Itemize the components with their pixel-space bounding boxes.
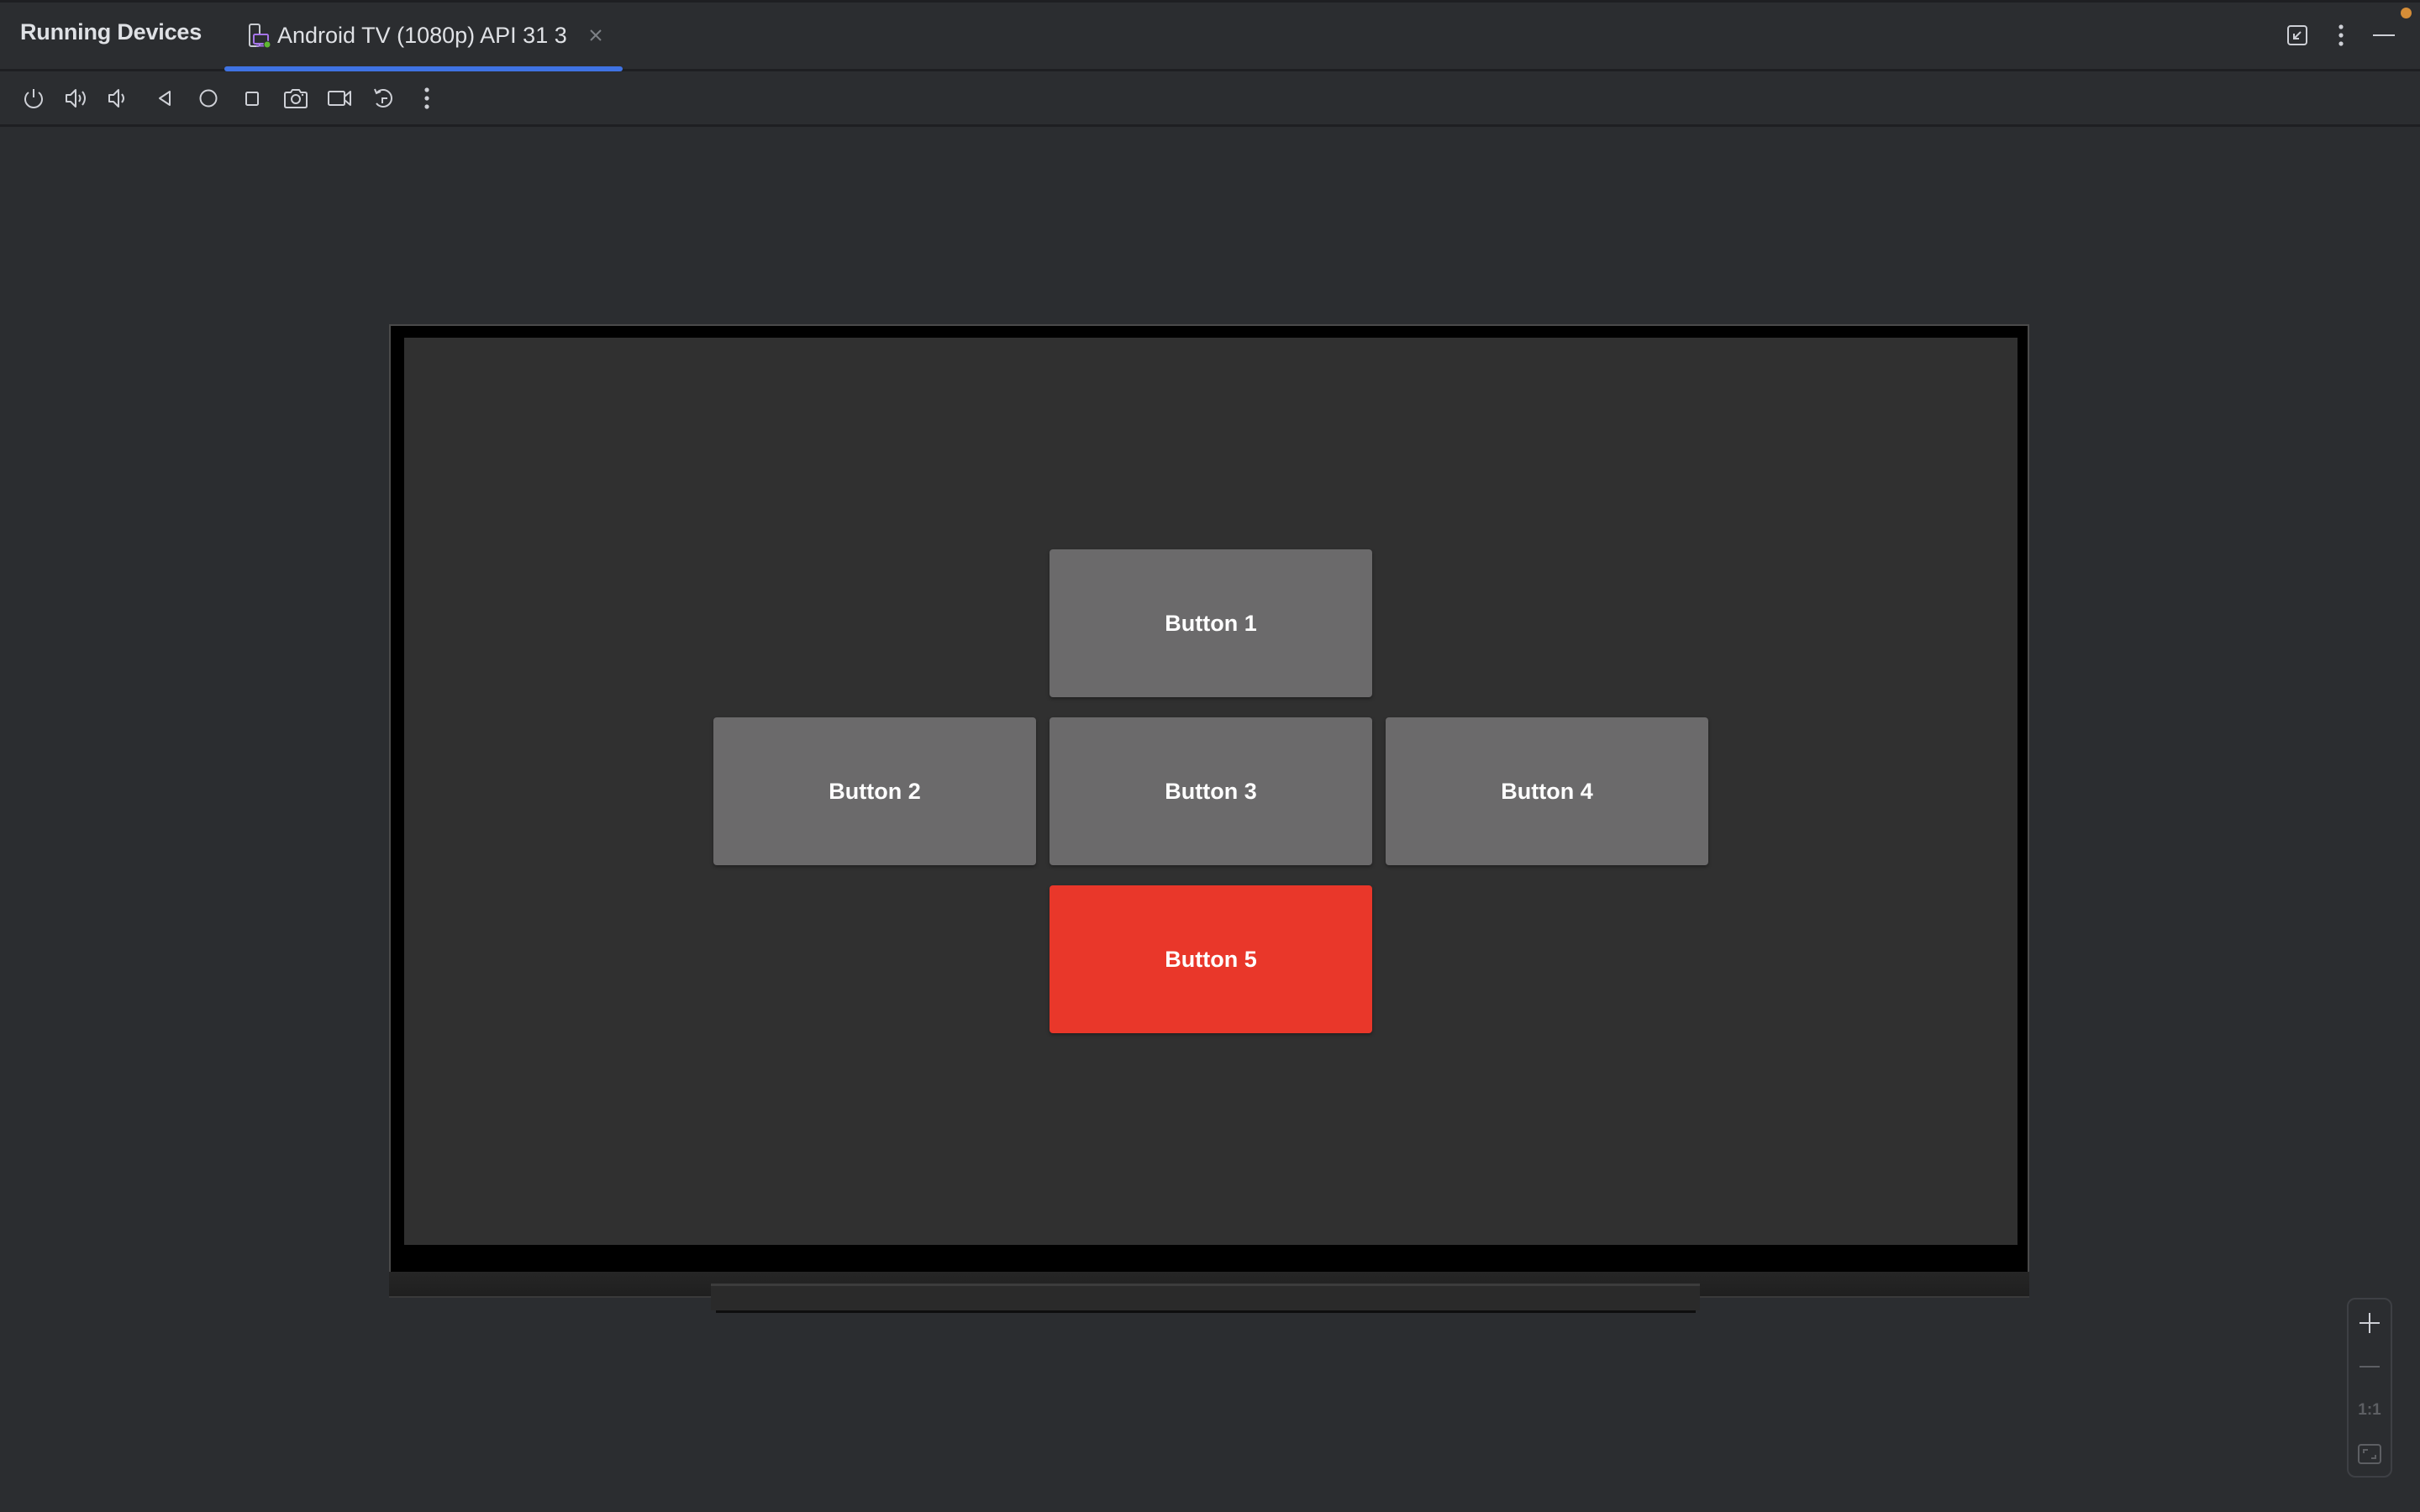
video-icon[interactable] [323, 81, 356, 115]
camera-icon[interactable] [279, 81, 313, 115]
device-tv-icon [249, 24, 271, 49]
tv-button-4[interactable]: Button 4 [1386, 717, 1708, 865]
fit-screen-button[interactable] [2349, 1437, 2391, 1471]
divider [0, 124, 2420, 127]
power-icon[interactable] [17, 81, 50, 115]
more-vert-icon[interactable] [410, 81, 444, 115]
volume-down-icon[interactable] [101, 81, 134, 115]
rotate-icon[interactable] [366, 81, 400, 115]
active-tab-indicator [224, 66, 623, 71]
tv-button-5[interactable]: Button 5 [1050, 885, 1372, 1033]
back-icon[interactable] [148, 81, 182, 115]
tab-android-tv[interactable]: Android TV (1080p) API 31 3 [224, 3, 623, 71]
overview-icon[interactable] [235, 81, 269, 115]
close-icon[interactable] [587, 27, 604, 44]
zoom-in-button[interactable] [2349, 1306, 2391, 1340]
tv-button-3[interactable]: Button 3 [1050, 717, 1372, 865]
device-toolbar [0, 71, 2420, 124]
device-screen[interactable]: Button 1 Button 2 Button 3 Button 4 Butt… [404, 338, 2018, 1245]
tv-stand [711, 1284, 1700, 1310]
zoom-controls: 1:1 [2347, 1298, 2392, 1478]
tv-button-2[interactable]: Button 2 [713, 717, 1036, 865]
volume-up-icon[interactable] [60, 81, 93, 115]
hide-icon[interactable] [2368, 18, 2402, 52]
restore-icon[interactable] [2281, 18, 2314, 52]
actual-size-button[interactable]: 1:1 [2349, 1394, 2391, 1427]
panel-title: Running Devices [20, 19, 203, 45]
tv-stand-shadow [716, 1310, 1696, 1313]
tab-label: Android TV (1080p) API 31 3 [277, 23, 567, 48]
more-options-icon[interactable] [2324, 18, 2358, 52]
home-icon[interactable] [192, 81, 225, 115]
notification-dot [2401, 8, 2412, 18]
tv-button-1[interactable]: Button 1 [1050, 549, 1372, 697]
zoom-out-button[interactable] [2349, 1350, 2391, 1383]
